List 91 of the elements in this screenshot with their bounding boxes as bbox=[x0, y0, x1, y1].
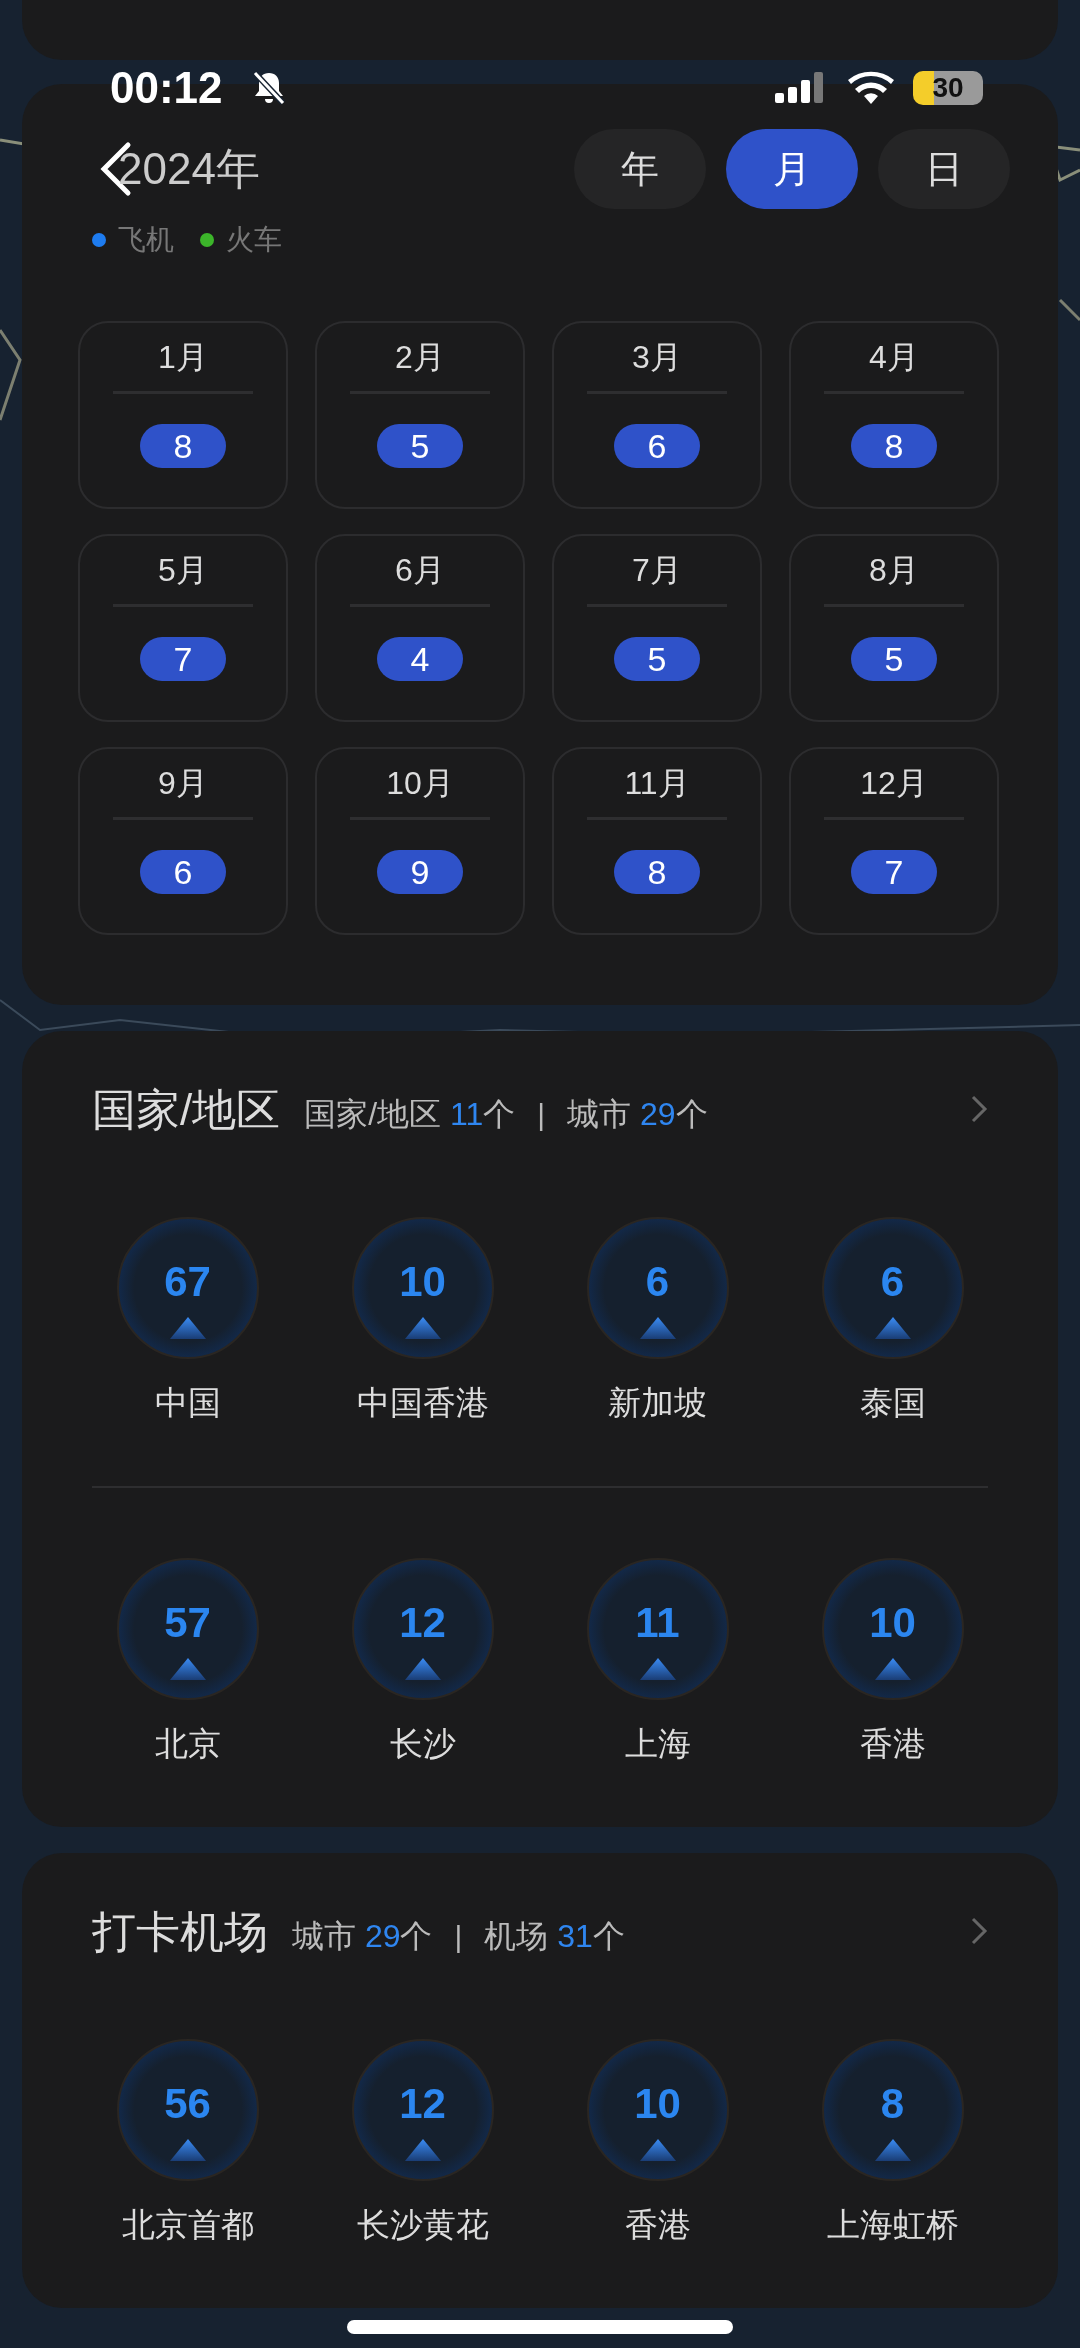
count-value: 10 bbox=[399, 1258, 446, 1306]
triangle-icon bbox=[639, 1317, 676, 1339]
triangle-icon bbox=[169, 1317, 206, 1339]
wifi-icon bbox=[848, 70, 894, 106]
trip-count: 5 bbox=[614, 637, 700, 681]
month-label: 12月 bbox=[860, 764, 928, 803]
month-cell[interactable]: 4月 8 bbox=[789, 321, 999, 509]
stat-label: 北京首都 bbox=[121, 2205, 254, 2245]
stat-label: 新加坡 bbox=[608, 1383, 707, 1423]
period-tab[interactable]: 日 bbox=[878, 129, 1010, 209]
month-label: 4月 bbox=[869, 338, 919, 377]
month-label: 1月 bbox=[158, 338, 208, 377]
chevron-right-icon[interactable] bbox=[970, 1916, 988, 1946]
summary-text: 国家/地区 11个 bbox=[304, 1095, 516, 1134]
summary-text: 机场 31个 bbox=[484, 1917, 625, 1956]
status-time: 00:12 bbox=[110, 63, 223, 113]
stat-label: 泰国 bbox=[859, 1383, 926, 1423]
month-cell[interactable]: 11月 8 bbox=[552, 747, 762, 935]
count-value: 57 bbox=[164, 1599, 211, 1647]
stat-label: 香港 bbox=[859, 1724, 926, 1764]
month-label: 6月 bbox=[395, 551, 445, 590]
count-value: 10 bbox=[634, 2080, 681, 2128]
month-label: 3月 bbox=[632, 338, 682, 377]
count-value: 56 bbox=[164, 2080, 211, 2128]
count-value: 12 bbox=[399, 1599, 446, 1647]
stat-label: 北京 bbox=[154, 1724, 221, 1764]
triangle-icon bbox=[404, 2139, 441, 2161]
month-cell[interactable]: 9月 6 bbox=[78, 747, 288, 935]
trip-count: 9 bbox=[377, 850, 463, 894]
period-tab[interactable]: 月 bbox=[726, 129, 858, 209]
trip-count: 6 bbox=[140, 850, 226, 894]
triangle-icon bbox=[639, 2139, 676, 2161]
summary-text: 城市 29个 bbox=[292, 1917, 433, 1956]
count-value: 10 bbox=[869, 1599, 916, 1647]
month-label: 2月 bbox=[395, 338, 445, 377]
month-label: 11月 bbox=[624, 764, 690, 803]
month-label: 7月 bbox=[632, 551, 682, 590]
count-value: 67 bbox=[164, 1258, 211, 1306]
legend-label: 火车 bbox=[226, 223, 282, 257]
trip-count: 8 bbox=[140, 424, 226, 468]
legend-label: 飞机 bbox=[118, 223, 174, 257]
triangle-icon bbox=[639, 1658, 676, 1680]
triangle-icon bbox=[874, 1658, 911, 1680]
triangle-icon bbox=[169, 1658, 206, 1680]
trip-count: 5 bbox=[377, 424, 463, 468]
month-cell[interactable]: 3月 6 bbox=[552, 321, 762, 509]
stat-label: 香港 bbox=[624, 2205, 691, 2245]
trip-count: 8 bbox=[851, 424, 937, 468]
month-label: 9月 bbox=[158, 764, 208, 803]
triangle-icon bbox=[874, 1317, 911, 1339]
stat-label: 上海虹桥 bbox=[826, 2205, 959, 2245]
stat-label: 中国 bbox=[154, 1383, 221, 1423]
signal-icon bbox=[775, 71, 825, 105]
month-label: 5月 bbox=[158, 551, 208, 590]
month-label: 10月 bbox=[386, 764, 454, 803]
stat-label: 长沙黄花 bbox=[356, 2205, 489, 2245]
chevron-right-icon[interactable] bbox=[970, 1094, 988, 1124]
stat-label: 上海 bbox=[624, 1724, 691, 1764]
count-value: 8 bbox=[880, 2080, 905, 2128]
month-cell[interactable]: 6月 4 bbox=[315, 534, 525, 722]
month-cell[interactable]: 1月 8 bbox=[78, 321, 288, 509]
count-value: 6 bbox=[645, 1258, 670, 1306]
stat-label: 中国香港 bbox=[356, 1383, 489, 1423]
period-tab[interactable]: 年 bbox=[574, 129, 706, 209]
trip-count: 4 bbox=[377, 637, 463, 681]
month-cell[interactable]: 2月 5 bbox=[315, 321, 525, 509]
month-label: 8月 bbox=[869, 551, 919, 590]
trip-count: 7 bbox=[140, 637, 226, 681]
triangle-icon bbox=[404, 1658, 441, 1680]
triangle-icon bbox=[404, 1317, 441, 1339]
separator: | bbox=[537, 1098, 546, 1132]
trip-count: 8 bbox=[614, 850, 700, 894]
separator: | bbox=[454, 1920, 463, 1954]
triangle-icon bbox=[874, 2139, 911, 2161]
count-value: 11 bbox=[635, 1599, 680, 1647]
stat-label: 长沙 bbox=[389, 1724, 456, 1764]
trip-count: 6 bbox=[614, 424, 700, 468]
month-cell[interactable]: 8月 5 bbox=[789, 534, 999, 722]
triangle-icon bbox=[169, 2139, 206, 2161]
trip-count: 7 bbox=[851, 850, 937, 894]
count-value: 12 bbox=[399, 2080, 446, 2128]
month-cell[interactable]: 5月 7 bbox=[78, 534, 288, 722]
count-value: 6 bbox=[880, 1258, 905, 1306]
section-title: 打卡机场 bbox=[92, 1906, 268, 1958]
month-cell[interactable]: 12月 7 bbox=[789, 747, 999, 935]
month-cell[interactable]: 7月 5 bbox=[552, 534, 762, 722]
section-title: 国家/地区 bbox=[92, 1084, 281, 1136]
month-cell[interactable]: 10月 9 bbox=[315, 747, 525, 935]
year-title: 2024年 bbox=[118, 142, 261, 195]
summary-text: 城市 29个 bbox=[567, 1095, 708, 1134]
trip-count: 5 bbox=[851, 637, 937, 681]
